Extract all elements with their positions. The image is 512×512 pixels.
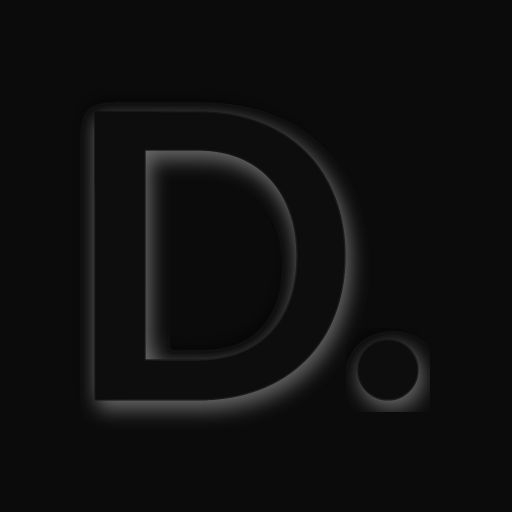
app-icon-canvas (0, 0, 512, 512)
logo-dot-shape (357, 339, 419, 401)
letter-d-shape (94, 111, 346, 401)
d-dot-logo-icon (94, 111, 419, 401)
